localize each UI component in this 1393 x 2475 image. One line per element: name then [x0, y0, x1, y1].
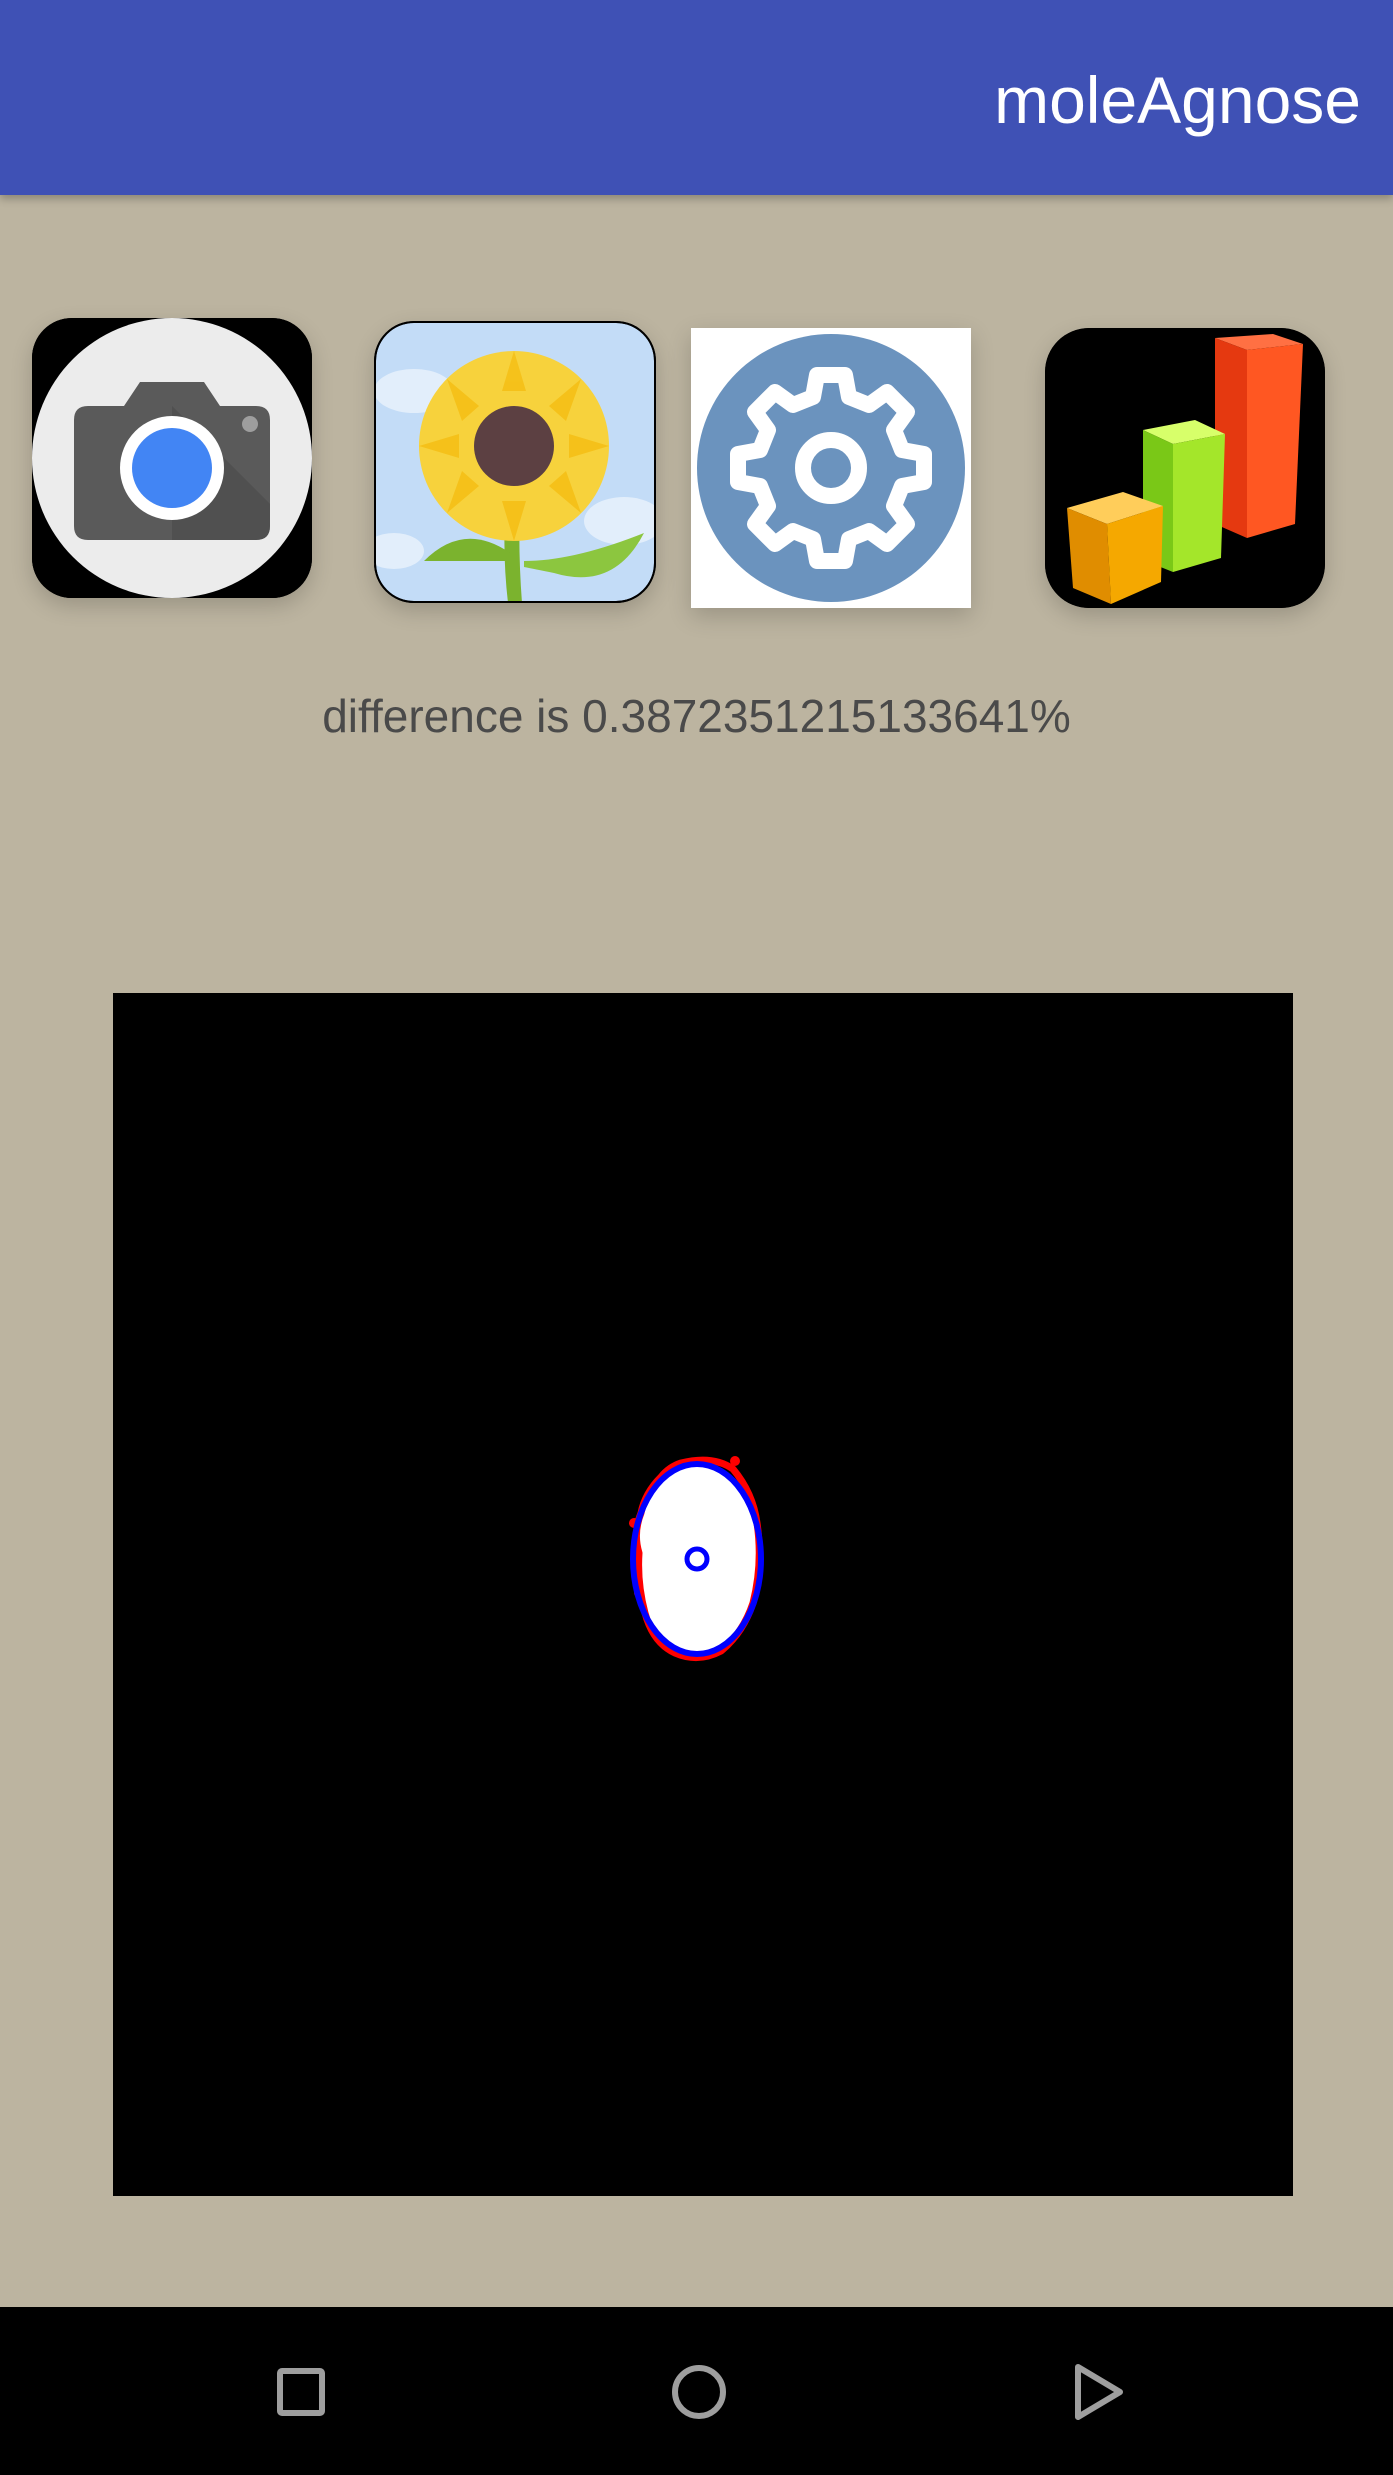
recents-icon [277, 2368, 325, 2416]
bar-chart-icon [1045, 328, 1325, 608]
home-icon [672, 2365, 726, 2419]
gear-icon [691, 328, 971, 608]
sunflower-gallery-icon [374, 321, 656, 603]
app-title: moleAgnose [994, 63, 1361, 137]
gallery-button[interactable] [374, 321, 656, 603]
lesion-segmentation-image [113, 993, 1293, 2196]
system-navigation-bar [0, 2307, 1393, 2475]
back-icon [1075, 2364, 1123, 2420]
difference-result-text: difference is 0.3872351215133641% [322, 690, 1071, 742]
settings-button[interactable] [691, 328, 971, 608]
camera-icon [32, 318, 312, 598]
home-button[interactable] [654, 2347, 744, 2437]
app-bar: moleAgnose [0, 0, 1393, 195]
analysis-image [113, 993, 1293, 2196]
statistics-button[interactable] [1045, 328, 1325, 608]
recents-button[interactable] [256, 2347, 346, 2437]
back-button[interactable] [1052, 2347, 1142, 2437]
camera-button[interactable] [32, 318, 312, 598]
